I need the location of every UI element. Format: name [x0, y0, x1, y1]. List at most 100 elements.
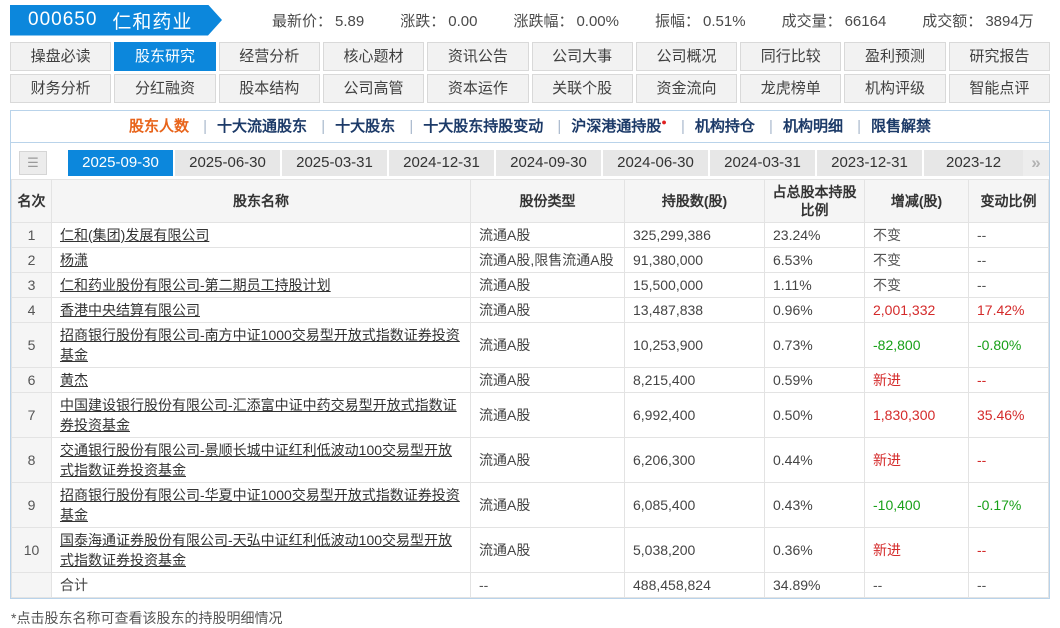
nav-tab[interactable]: 公司大事: [531, 42, 633, 71]
nav-tab[interactable]: 龙虎榜单: [740, 74, 842, 103]
table-row: 3 仁和药业股份有限公司-第二期员工持股计划 流通A股 15,500,000 1…: [11, 272, 1049, 298]
shareholder-name-link[interactable]: 招商银行股份有限公司-南方中证1000交易型开放式指数证券投资基金: [60, 327, 460, 363]
shareholder-name-link[interactable]: 交通银行股份有限公司-景顺长城中证红利低波动100交易型开放式指数证券投资基金: [60, 442, 452, 478]
date-tab[interactable]: 2024-06-30: [603, 150, 708, 176]
table-row: 4 香港中央结算有限公司 流通A股 13,487,838 0.96% 2,001…: [11, 297, 1049, 323]
change-cell: 不变: [864, 247, 969, 273]
shares-held-cell: 10,253,900: [624, 322, 765, 368]
rank-cell: 9: [11, 482, 52, 528]
table-body: 1 仁和(集团)发展有限公司 流通A股 325,299,386 23.24% 不…: [11, 222, 1049, 573]
change-cell: 2,001,332: [864, 297, 969, 323]
col-shares-held: 持股数(股): [624, 179, 765, 223]
nav-tab[interactable]: 资本运作: [427, 74, 529, 103]
nav-tab[interactable]: 资金流向: [635, 74, 738, 103]
nav-tab[interactable]: 操盘必读: [10, 42, 112, 71]
subnav-item-label: 机构明细: [782, 118, 843, 135]
share-type-cell: 流通A股: [470, 272, 625, 298]
nav-tab[interactable]: 财务分析: [10, 74, 112, 103]
shareholder-name-link[interactable]: 国泰海通证券股份有限公司-天弘中证红利低波动100交易型开放式指数证券投资基金: [60, 532, 452, 568]
change-ratio-cell: --: [968, 272, 1049, 298]
nav-tab[interactable]: 资讯公告: [427, 42, 529, 71]
shareholder-name-link[interactable]: 杨潇: [60, 252, 88, 268]
col-change: 增减(股): [864, 179, 969, 223]
subnav-item[interactable]: 十大股东: [335, 118, 395, 135]
subnav-item-label: 十大流通股东: [217, 118, 308, 135]
table-row: 1 仁和(集团)发展有限公司 流通A股 325,299,386 23.24% 不…: [11, 222, 1049, 248]
col-ownership-ratio: 占总股本持股比例: [764, 179, 865, 223]
date-tab[interactable]: 2024-09-30: [496, 150, 601, 176]
share-type-cell: 流通A股: [470, 322, 625, 368]
list-icon: ☰: [27, 155, 39, 170]
change-cell: 1,830,300: [864, 392, 969, 438]
subnav-item[interactable]: 机构持仓: [695, 118, 755, 135]
nav-tab[interactable]: 同行比较: [740, 42, 842, 71]
quote-field: 振幅： 0.51%: [655, 10, 746, 31]
shareholder-name-link[interactable]: 中国建设银行股份有限公司-汇添富中证中药交易型开放式指数证券投资基金: [60, 397, 457, 433]
date-tab[interactable]: 2025-09-30: [68, 150, 173, 176]
ownership-ratio-cell: 0.44%: [764, 437, 865, 483]
share-type-cell: 流通A股: [470, 367, 625, 393]
subnav-separator: |: [857, 118, 862, 135]
shareholder-name-cell: 仁和药业股份有限公司-第二期员工持股计划: [51, 272, 471, 298]
subnav-item[interactable]: 十大股东持股变动: [423, 118, 543, 135]
quote-field: 最新价： 5.89: [272, 10, 364, 31]
subnav-separator: |: [203, 118, 208, 135]
ownership-ratio-cell: 0.36%: [764, 527, 865, 573]
date-tab[interactable]: 2024-12-31: [389, 150, 494, 176]
quote-field-value: 0.00%: [576, 12, 619, 30]
subnav-item[interactable]: 沪深港通持股●: [571, 118, 666, 136]
date-tab[interactable]: 2025-06-30: [175, 150, 280, 176]
shareholder-name-link[interactable]: 招商银行股份有限公司-华夏中证1000交易型开放式指数证券投资基金: [60, 487, 460, 523]
nav-tab[interactable]: 股本结构: [218, 74, 320, 103]
col-share-type: 股份类型: [470, 179, 625, 223]
quote-field-label: 最新价：: [272, 12, 333, 30]
subnav-item[interactable]: 股东人数: [129, 118, 189, 135]
date-tab[interactable]: 2024-03-31: [710, 150, 815, 176]
change-cell: --: [864, 572, 969, 598]
nav-tab[interactable]: 研究报告: [948, 42, 1050, 71]
quote-field-value: 3894万: [985, 12, 1034, 30]
shareholder-name-cell: 杨潇: [51, 247, 471, 273]
change-ratio-cell: -0.80%: [968, 322, 1049, 368]
subnav-item[interactable]: 限售解禁: [871, 118, 931, 135]
subnav-item[interactable]: 十大流通股东: [217, 118, 307, 135]
date-tab[interactable]: 2023-12: [924, 150, 1034, 176]
rank-cell: 5: [11, 322, 52, 368]
nav-tab[interactable]: 公司高管: [322, 74, 425, 103]
shareholder-name-cell: 中国建设银行股份有限公司-汇添富中证中药交易型开放式指数证券投资基金: [51, 392, 471, 438]
main-nav-row-2: 财务分析 分红融资 股本结构 公司高管 资本运作 关联个股 资金流向 龙虎榜单 机构评级 智能点评: [10, 74, 1050, 103]
date-tab[interactable]: 2023-12-31: [817, 150, 922, 176]
date-tab[interactable]: 2025-03-31: [282, 150, 387, 176]
nav-tab[interactable]: 关联个股: [531, 74, 633, 103]
rank-cell: 10: [11, 527, 52, 573]
shareholder-name-cell: 国泰海通证券股份有限公司-天弘中证红利低波动100交易型开放式指数证券投资基金: [51, 527, 471, 573]
rank-cell: 2: [11, 247, 52, 273]
nav-tab[interactable]: 分红融资: [114, 74, 216, 103]
share-type-cell: 流通A股: [470, 482, 625, 528]
table-header-row: 名次 股东名称 股份类型 持股数(股) 占总股本持股比例 增减(股) 变动比例: [11, 179, 1049, 223]
change-cell: 新进: [864, 367, 969, 393]
shareholder-name-link[interactable]: 仁和药业股份有限公司-第二期员工持股计划: [60, 277, 331, 293]
shareholder-name-link[interactable]: 香港中央结算有限公司: [60, 302, 200, 318]
shareholder-name-link[interactable]: 仁和(集团)发展有限公司: [60, 227, 209, 243]
shares-held-cell: 6,992,400: [624, 392, 765, 438]
nav-tab[interactable]: 盈利预测: [844, 42, 946, 71]
list-view-button[interactable]: ☰: [19, 151, 47, 175]
nav-tab[interactable]: 经营分析: [218, 42, 320, 71]
shareholder-name-cell: 仁和(集团)发展有限公司: [51, 222, 471, 248]
nav-tab[interactable]: 股东研究: [114, 42, 216, 71]
more-dates-button[interactable]: »: [1023, 150, 1049, 176]
nav-tab[interactable]: 核心题材: [322, 42, 425, 71]
subnav-item[interactable]: 机构明细: [783, 118, 843, 135]
quote-field: 涨跌幅： 0.00%: [513, 10, 619, 31]
stock-code: 000650: [28, 9, 98, 30]
ownership-ratio-cell: 0.50%: [764, 392, 865, 438]
ownership-ratio-cell: 0.43%: [764, 482, 865, 528]
subnav-separator: |: [557, 118, 562, 135]
shareholder-name-link[interactable]: 黄杰: [60, 372, 88, 388]
quote-field-label: 涨跌幅：: [513, 12, 574, 30]
nav-tab[interactable]: 公司概况: [635, 42, 738, 71]
nav-tab[interactable]: 智能点评: [948, 74, 1050, 103]
nav-tab[interactable]: 机构评级: [844, 74, 946, 103]
shares-held-cell: 325,299,386: [624, 222, 765, 248]
